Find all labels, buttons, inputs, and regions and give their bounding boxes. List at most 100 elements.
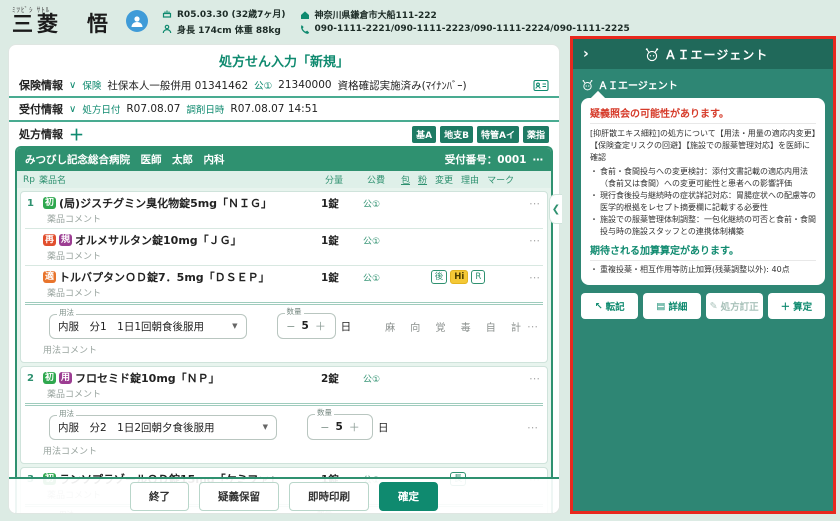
chevron-down-icon[interactable]: ∨ bbox=[69, 80, 76, 91]
confirm-button[interactable]: 確定 bbox=[379, 482, 438, 511]
gigi-alert-bullets: 食前・食間投与への変更検討：添付文書記載の適応内用法（食前又は食間）への変更可能… bbox=[590, 166, 816, 238]
days-stepper: 数量 − 5 ＋ bbox=[307, 414, 373, 440]
hospital-doctor-label: みつびし記念総合病院 医師 太郎 内科 bbox=[25, 152, 225, 167]
plus-icon: ＋ bbox=[781, 299, 791, 313]
patient-body-metrics: 身長 174cm 体重 88kg bbox=[177, 23, 281, 36]
reception-info-row: 受付情報 ∨ 処方日付 R07.08.07 調剤日時 R07.08.07 14:… bbox=[9, 98, 559, 122]
usage-comment[interactable]: 用法コメント bbox=[43, 343, 547, 356]
document-icon: ▤ bbox=[656, 301, 665, 312]
rx-date-value: R07.08.07 bbox=[126, 103, 180, 115]
kohi-label: 公① bbox=[254, 78, 272, 92]
hoken-value: 社保本人一般併用 01341462 bbox=[107, 78, 248, 93]
more-menu-icon[interactable]: ⋯ bbox=[527, 421, 539, 434]
insurance-section-label[interactable]: 保険情報 bbox=[19, 77, 63, 93]
ai-panel-collapse-handle[interactable]: ❮ bbox=[549, 194, 562, 224]
bonus-bullets: 重複投薬・相互作用等防止加算(残薬調整以外): 40点 bbox=[590, 264, 816, 276]
patient-avatar-icon[interactable] bbox=[126, 10, 148, 32]
more-menu-icon[interactable]: ⋯ bbox=[519, 197, 541, 210]
more-menu-icon[interactable]: ⋯ bbox=[527, 320, 539, 333]
col-kohi: 公費 bbox=[367, 173, 401, 186]
add-rx-icon[interactable]: ＋ bbox=[69, 124, 84, 145]
drug-row[interactable]: 再 規 オルメサルタン錠10mg「ＪＧ」 1錠 公① ⋯ bbox=[21, 229, 547, 248]
drug-comment[interactable]: 薬品コメント bbox=[47, 212, 547, 225]
more-menu-icon[interactable]: ⋯ bbox=[519, 372, 541, 385]
drug-comment[interactable]: 薬品コメント bbox=[47, 249, 547, 262]
hospital-bar: みつびし記念総合病院 医師 太郎 内科 受付番号：0001 ⋯ bbox=[17, 148, 551, 171]
rx-section-label: 処方情報 bbox=[19, 126, 63, 142]
gigi-hold-button[interactable]: 疑義保留 bbox=[199, 482, 279, 511]
divider bbox=[25, 302, 543, 305]
gigi-alert-body: [抑肝散エキス細粒]の処方について【用法・用量の適応内変更】【保険査定リスクの回… bbox=[590, 128, 816, 164]
usage-select[interactable]: 用法 内服 分2 1日2回朝夕食後服用 ▼ bbox=[49, 415, 277, 440]
badge-yoho: 用 bbox=[59, 372, 72, 385]
badge-kikaku: 規 bbox=[59, 234, 72, 247]
rx-correction-button[interactable]: ✎ 処方訂正 bbox=[706, 293, 763, 319]
rx-column-header: Rp 薬品名 分量 公費 包 粉 変更 理由 マーク bbox=[17, 171, 551, 188]
robot-icon bbox=[581, 79, 594, 91]
rp-number: 1 bbox=[27, 198, 43, 209]
gigi-bullet: 施設での服薬管理体制調整：一包化継続の可否と食前・食間投与時の施設スタッフとの連… bbox=[590, 214, 816, 238]
more-menu-icon[interactable]: ⋯ bbox=[519, 234, 541, 247]
hoken-label: 保険 bbox=[82, 78, 101, 92]
rx-table: みつびし記念総合病院 医師 太郎 内科 受付番号：0001 ⋯ Rp 薬品名 分… bbox=[15, 146, 553, 514]
end-button[interactable]: 終了 bbox=[130, 482, 189, 511]
drug-comment[interactable]: 薬品コメント bbox=[47, 387, 547, 400]
insurance-card-icon[interactable] bbox=[533, 78, 549, 92]
ai-panel-header: › ＡＩエージェント bbox=[573, 39, 833, 69]
calculate-button[interactable]: ＋ 算定 bbox=[768, 293, 825, 319]
col-rp: Rp bbox=[23, 175, 39, 185]
fee-badge: 地支B bbox=[440, 126, 473, 143]
drug-row[interactable]: 1 初 (局)ジスチグミン臭化物錠5mg「ＮＩＧ」 1錠 公① ⋯ bbox=[21, 192, 547, 211]
badge-teki: 適 bbox=[43, 271, 56, 284]
reception-section-label[interactable]: 受付情報 bbox=[19, 101, 63, 117]
col-reason: 理由 bbox=[461, 173, 479, 186]
detail-button[interactable]: ▤ 詳細 bbox=[643, 293, 700, 319]
chevron-left-icon: ❮ bbox=[552, 204, 560, 215]
gigi-bullet: 食前・食間投与への変更検討：添付文書記載の適応内用法（食前又は食間）への変更可能… bbox=[590, 166, 816, 190]
decrement-button[interactable]: − bbox=[320, 421, 329, 434]
chevron-down-icon[interactable]: ∨ bbox=[69, 104, 76, 115]
rx-correction-label: 処方訂正 bbox=[721, 299, 759, 313]
drug-name: (局)ジスチグミン臭化物錠5mg「ＮＩＧ」 bbox=[59, 195, 272, 211]
prescription-entry-card: 処方せん入力「新規」 保険情報 ∨ 保険 社保本人一般併用 01341462 公… bbox=[8, 44, 560, 514]
reception-number: 受付番号：0001 bbox=[445, 152, 527, 167]
patient-birth: R05.03.30 (32歳7ヶ月) bbox=[177, 7, 286, 20]
usage-field-label: 用法 bbox=[57, 410, 76, 418]
usage-select[interactable]: 用法 内服 分1 1日1回朝食後服用 ▼ bbox=[49, 314, 247, 339]
drug-kohi: 公① bbox=[363, 197, 397, 210]
drug-qty: 1錠 bbox=[321, 233, 363, 248]
more-menu-icon[interactable]: ⋯ bbox=[519, 271, 541, 284]
more-menu-icon[interactable]: ⋯ bbox=[533, 154, 544, 166]
days-value: 5 bbox=[302, 320, 309, 332]
home-icon bbox=[300, 10, 310, 20]
ai-panel-title: ＡＩエージェント bbox=[665, 46, 769, 63]
increment-button[interactable]: ＋ bbox=[349, 419, 360, 435]
drug-row[interactable]: 適 トルバプタンＯＤ錠7．5mg「ＤＳＥＰ」 1錠 公① 後 Hi R ⋯ bbox=[21, 266, 547, 285]
drug-comment[interactable]: 薬品コメント bbox=[47, 286, 547, 299]
drug-category-flags: 麻 向 覚 毒 自 計 bbox=[385, 319, 527, 334]
patient-phones: 090-1111-2221/090-1111-2223/090-1111-222… bbox=[315, 24, 630, 34]
mark-high-risk: Hi bbox=[450, 270, 468, 284]
drug-row[interactable]: 2 初 用 フロセミド錠10mg「ＮＰ」 2錠 公① ⋯ bbox=[21, 367, 547, 386]
col-ippouka[interactable]: 包 bbox=[401, 173, 410, 186]
gigi-bullet: 現行食後投与継続時の症状詳記対応：胃腸症状への配慮等の医学的根拠をレセプト摘要欄… bbox=[590, 190, 816, 214]
usage-row: 用法 内服 分1 1日1回朝食後服用 ▼ 数量 − 5 ＋ 日 麻 向 覚 毒 … bbox=[49, 313, 539, 339]
rp-group-1: 1 初 (局)ジスチグミン臭化物錠5mg「ＮＩＧ」 1錠 公① ⋯ 薬品コメント… bbox=[20, 191, 548, 363]
increment-button[interactable]: ＋ bbox=[315, 318, 326, 334]
ai-action-buttons: ↖ 転記 ▤ 詳細 ✎ 処方訂正 ＋ 算定 bbox=[581, 293, 825, 319]
mark-generic: 後 bbox=[431, 270, 448, 284]
badge-repeat: 再 bbox=[43, 234, 56, 247]
mark-r: R bbox=[471, 270, 485, 284]
calculate-label: 算定 bbox=[793, 299, 812, 313]
col-funsai[interactable]: 粉 bbox=[418, 173, 427, 186]
decrement-button[interactable]: − bbox=[286, 320, 295, 333]
usage-comment[interactable]: 用法コメント bbox=[43, 444, 547, 457]
transcribe-button[interactable]: ↖ 転記 bbox=[581, 293, 638, 319]
qty-field-label: 数量 bbox=[315, 409, 334, 417]
fee-badge: 基A bbox=[412, 126, 436, 143]
detail-label: 詳細 bbox=[668, 299, 687, 313]
instant-print-button[interactable]: 即時印刷 bbox=[289, 482, 369, 511]
col-name: 薬品名 bbox=[39, 173, 325, 186]
person-icon bbox=[162, 24, 172, 34]
days-stepper: 数量 − 5 ＋ bbox=[277, 313, 336, 339]
